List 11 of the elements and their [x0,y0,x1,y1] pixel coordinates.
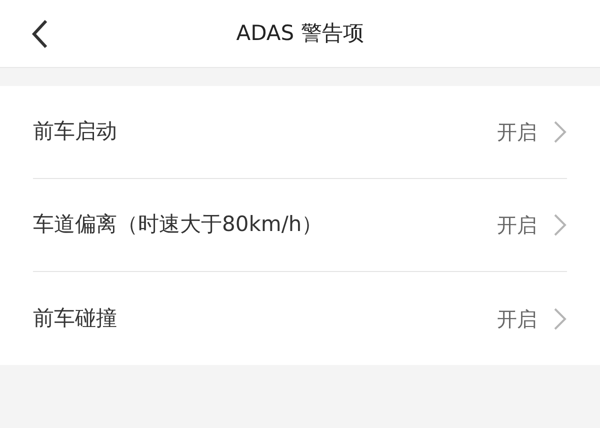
setting-label[interactable]: 前车碰撞 [33,302,497,334]
chevron-right-icon [553,213,567,237]
page-title: ADAS 警告项 [236,20,364,47]
back-icon [30,18,50,50]
setting-value: 开启 [497,212,537,239]
setting-label[interactable]: 车道偏离（时速大于80km/h） [33,209,497,241]
chevron-right-icon [553,306,567,330]
setting-value: 开启 [497,306,537,332]
setting-label[interactable]: 前车启动 [33,116,497,148]
setting-value: 开启 [497,119,537,146]
chevron-right-icon [553,120,567,144]
